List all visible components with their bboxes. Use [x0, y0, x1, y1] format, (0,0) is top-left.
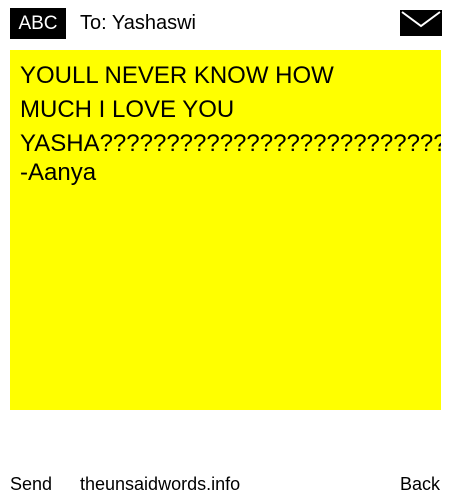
message-line-2: MUCH I LOVE YOU [20, 96, 235, 123]
message-line-3: YASHA?????????????????????????? [20, 130, 441, 157]
message-line-1: YOULL NEVER KNOW HOW [20, 62, 334, 89]
envelope-icon-svg [400, 10, 442, 36]
site-label: theunsaidwords.info [80, 474, 241, 494]
message-signature: -Aanya [20, 159, 97, 186]
message-text: YOULL NEVER KNOW HOW MUCH I LOVE YOU YAS… [20, 59, 441, 161]
recipient-label: To: Yashaswi [80, 12, 196, 34]
abc-badge: ABC [10, 8, 66, 39]
message-note: YOULL NEVER KNOW HOW MUCH I LOVE YOU YAS… [10, 50, 441, 410]
send-button[interactable]: Send [10, 472, 52, 496]
envelope-icon[interactable] [400, 10, 442, 36]
back-button[interactable]: Back [400, 472, 440, 496]
